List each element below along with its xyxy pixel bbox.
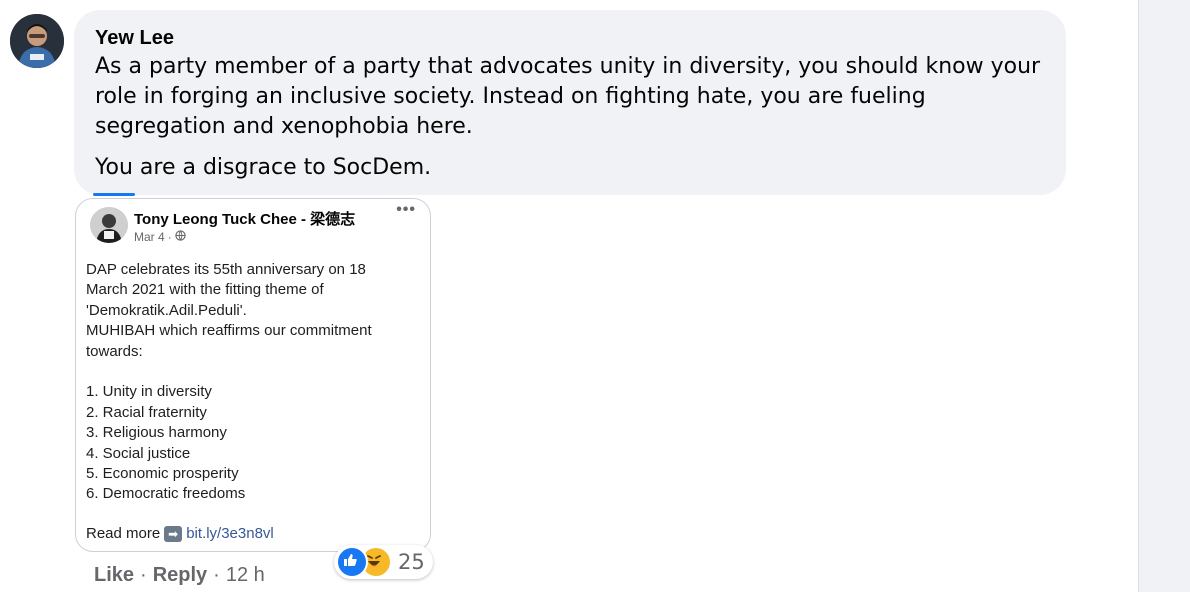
- poster-name[interactable]: Tony Leong Tuck Chee - 梁德志: [134, 208, 355, 229]
- right-arrow-icon: ➡: [164, 525, 183, 542]
- post-meta: Mar 4 ·: [134, 230, 186, 244]
- card-accent-bar: [93, 193, 135, 196]
- comment-timestamp[interactable]: 12 h: [226, 564, 265, 587]
- post-line: [86, 362, 416, 382]
- post-line: 6. Democratic freedoms: [86, 485, 246, 503]
- read-more-row: Read more ➡ bit.ly/3e3n8vl: [86, 525, 274, 542]
- comment-actions: Like · Reply · 12 h: [94, 564, 265, 587]
- post-line: MUHIBAH which reaffirms our commitment: [86, 322, 372, 340]
- right-sidebar-gutter: [1138, 0, 1190, 592]
- post-line: 2. Racial fraternity: [86, 403, 207, 421]
- reactions-summary[interactable]: 25: [334, 545, 433, 579]
- post-date[interactable]: Mar 4: [134, 230, 165, 244]
- like-icon: [336, 546, 368, 578]
- commenter-avatar[interactable]: [10, 14, 64, 68]
- shared-post-card[interactable]: Tony Leong Tuck Chee - 梁德志 Mar 4 · ••• D…: [75, 198, 431, 552]
- post-link[interactable]: bit.ly/3e3n8vl: [186, 525, 274, 542]
- meta-separator: ·: [167, 230, 172, 244]
- post-body: DAP celebrates its 55th anniversary on 1…: [86, 260, 416, 505]
- read-more-text: Read more: [86, 525, 161, 542]
- reaction-count: 25: [398, 550, 425, 574]
- post-line: 5. Economic prosperity: [86, 465, 239, 483]
- comment-text: As a party member of a party that advoca…: [95, 52, 1055, 183]
- globe-icon: [175, 230, 186, 244]
- comment-paragraph: You are a disgrace to SocDem.: [95, 155, 432, 180]
- comment-bubble: Yew Lee As a party member of a party tha…: [74, 10, 1066, 195]
- post-line: 'Demokratik.Adil.Peduli'.: [86, 301, 247, 319]
- poster-avatar[interactable]: [90, 207, 128, 243]
- post-line: 4. Social justice: [86, 444, 191, 462]
- post-line: 3. Religious harmony: [86, 424, 227, 442]
- comment-paragraph: As a party member of a party that advoca…: [95, 54, 1041, 139]
- action-separator: ·: [140, 564, 147, 586]
- action-separator: ·: [213, 564, 220, 586]
- post-line: DAP celebrates its 55th anniversary on 1…: [86, 261, 366, 278]
- more-options-icon[interactable]: •••: [396, 201, 416, 219]
- like-button[interactable]: Like: [94, 564, 134, 587]
- reply-button[interactable]: Reply: [153, 564, 207, 587]
- post-line: March 2021 with the fitting theme of: [86, 281, 324, 299]
- post-line: towards:: [86, 342, 143, 360]
- post-line: 1. Unity in diversity: [86, 383, 212, 401]
- comment-author[interactable]: Yew Lee: [95, 27, 174, 50]
